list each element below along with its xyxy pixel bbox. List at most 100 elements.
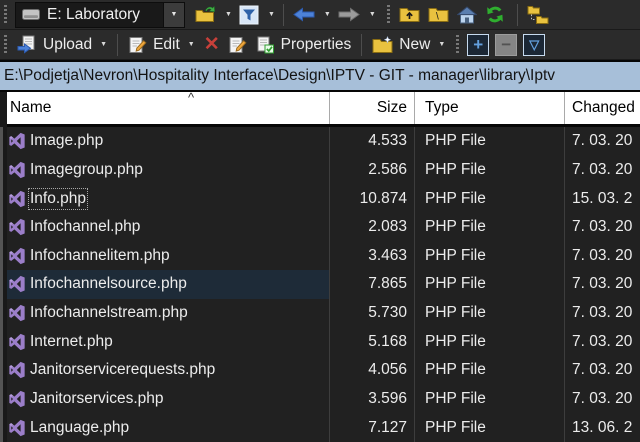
path-bar[interactable]: E:\Podjetja\Nevron\Hospitality Interface… [0, 60, 640, 92]
toolbar-grip[interactable] [4, 35, 7, 55]
column-header-type[interactable]: Type [415, 92, 565, 124]
drive-selector-value[interactable]: E: Laboratory [16, 3, 163, 27]
file-list-panel: Name Size Type Changed ^ Image.php4.533P… [0, 92, 640, 442]
toolbar-separator [517, 4, 518, 26]
php-file-icon [8, 161, 26, 179]
forward-arrow-icon [338, 7, 360, 22]
drive-selector[interactable]: E: Laboratory ▼ [15, 2, 185, 28]
filter-button[interactable] [235, 3, 263, 27]
file-name: Infochannel.php [30, 218, 140, 236]
file-name-cell[interactable]: Infochannelstream.php [0, 299, 330, 328]
current-path: E:\Podjetja\Nevron\Hospitality Interface… [4, 67, 555, 85]
file-row[interactable]: Imagegroup.php2.586PHP File7. 03. 20 [0, 156, 640, 185]
edit-dropdown-arrow[interactable]: ▼ [188, 41, 195, 48]
php-file-icon [8, 218, 26, 236]
plus-icon: + [473, 36, 483, 53]
svg-text:\: \ [436, 12, 439, 23]
edit-button[interactable]: Edit ▼ [123, 34, 200, 56]
toolbar-separator [117, 34, 118, 56]
new-folder-icon [372, 36, 393, 54]
minus-icon: − [501, 36, 511, 53]
file-row[interactable]: Infochannel.php2.083PHP File7. 03. 20 [0, 213, 640, 242]
toolbar-grip[interactable] [456, 35, 459, 55]
deselect-all-button[interactable]: − [495, 34, 517, 56]
file-name: Internet.php [30, 333, 113, 351]
panel-left-strip[interactable] [0, 127, 3, 442]
file-name-cell[interactable]: Janitorservices.php [0, 385, 330, 414]
open-folder-button[interactable] [191, 4, 220, 25]
toolbar-grip[interactable] [4, 5, 7, 25]
file-name-cell[interactable]: Imagegroup.php [0, 156, 330, 185]
file-size-cell: 2.083 [330, 213, 415, 242]
php-file-icon [8, 304, 26, 322]
invert-selection-button[interactable]: ▽ [523, 34, 545, 56]
filter-icon [239, 5, 259, 25]
back-arrow-icon [293, 7, 315, 22]
open-folder-dropdown-arrow[interactable]: ▼ [222, 11, 235, 18]
file-changed-cell: 7. 03. 20 [565, 242, 640, 271]
upload-button[interactable]: Upload ▼ [12, 33, 112, 56]
file-name-cell[interactable]: Janitorservicerequests.php [0, 356, 330, 385]
edit-file-button[interactable] [224, 34, 251, 56]
refresh-button[interactable] [481, 3, 509, 26]
file-type-cell: PHP File [415, 356, 565, 385]
home-button[interactable] [453, 4, 481, 26]
column-header-row: Name Size Type Changed ^ [0, 92, 640, 127]
column-header-name[interactable]: Name [0, 92, 330, 124]
column-header-changed[interactable]: Changed [565, 92, 640, 124]
toolbar-grip[interactable] [387, 5, 390, 25]
file-row[interactable]: Infochannelstream.php5.730PHP File7. 03.… [0, 299, 640, 328]
file-name-cell[interactable]: Infochannelitem.php [0, 242, 330, 271]
invert-selection-icon: ▽ [529, 38, 539, 51]
new-dropdown-arrow[interactable]: ▼ [438, 41, 445, 48]
file-row[interactable]: Internet.php5.168PHP File7. 03. 20 [0, 327, 640, 356]
upload-label: Upload [43, 36, 92, 54]
column-header-size[interactable]: Size [330, 92, 415, 124]
file-name-cell[interactable]: Infochannelsource.php [0, 270, 330, 299]
folder-up-icon [399, 6, 420, 23]
file-size-cell: 3.596 [330, 385, 415, 414]
file-row[interactable]: Janitorservicerequests.php4.056PHP File7… [0, 356, 640, 385]
file-row[interactable]: Infochannelitem.php3.463PHP File7. 03. 2… [0, 242, 640, 271]
filter-dropdown-arrow[interactable]: ▼ [265, 11, 278, 18]
file-type-cell: PHP File [415, 299, 565, 328]
file-name-cell[interactable]: Internet.php [0, 327, 330, 356]
back-dropdown-arrow[interactable]: ▼ [321, 11, 334, 18]
back-button[interactable] [289, 5, 319, 24]
new-button[interactable]: New ▼ [367, 34, 450, 56]
forward-button[interactable] [334, 5, 364, 24]
file-size-cell: 3.463 [330, 242, 415, 271]
file-type-cell: PHP File [415, 127, 565, 156]
forward-dropdown-arrow[interactable]: ▼ [366, 11, 379, 18]
php-file-icon [8, 419, 26, 437]
delete-x-icon: ✕ [204, 33, 220, 56]
folder-up-button[interactable] [395, 4, 424, 25]
file-row[interactable]: Language.php7.127PHP File13. 06. 2 [0, 413, 640, 442]
folder-root-button[interactable]: \ [424, 4, 453, 25]
file-name-cell[interactable]: Image.php [0, 127, 330, 156]
select-all-button[interactable]: + [467, 34, 489, 56]
upload-icon [17, 35, 37, 54]
file-name-cell[interactable]: Info.php [0, 184, 330, 213]
file-name-cell[interactable]: Infochannel.php [0, 213, 330, 242]
drive-label: E: Laboratory [47, 6, 140, 24]
file-type-cell: PHP File [415, 413, 565, 442]
file-row[interactable]: Infochannelsource.php7.865PHP File7. 03.… [0, 270, 640, 299]
php-file-icon [8, 390, 26, 408]
file-row[interactable]: Info.php10.874PHP File15. 03. 2 [0, 184, 640, 213]
folder-tree-button[interactable] [523, 3, 553, 26]
file-size-cell: 5.730 [330, 299, 415, 328]
upload-dropdown-arrow[interactable]: ▼ [100, 41, 107, 48]
edit-icon [128, 36, 147, 54]
file-name-cell[interactable]: Language.php [0, 413, 330, 442]
file-type-cell: PHP File [415, 385, 565, 414]
delete-button[interactable]: ✕ [200, 31, 224, 58]
properties-button[interactable]: Properties [251, 34, 357, 56]
file-type-cell: PHP File [415, 213, 565, 242]
file-row[interactable]: Janitorservices.php3.596PHP File7. 03. 2… [0, 385, 640, 414]
file-name: Janitorservicerequests.php [30, 361, 215, 379]
drive-dropdown-arrow[interactable]: ▼ [163, 3, 184, 27]
file-type-cell: PHP File [415, 242, 565, 271]
file-row[interactable]: Image.php4.533PHP File7. 03. 20 [0, 127, 640, 156]
file-changed-cell: 7. 03. 20 [565, 327, 640, 356]
